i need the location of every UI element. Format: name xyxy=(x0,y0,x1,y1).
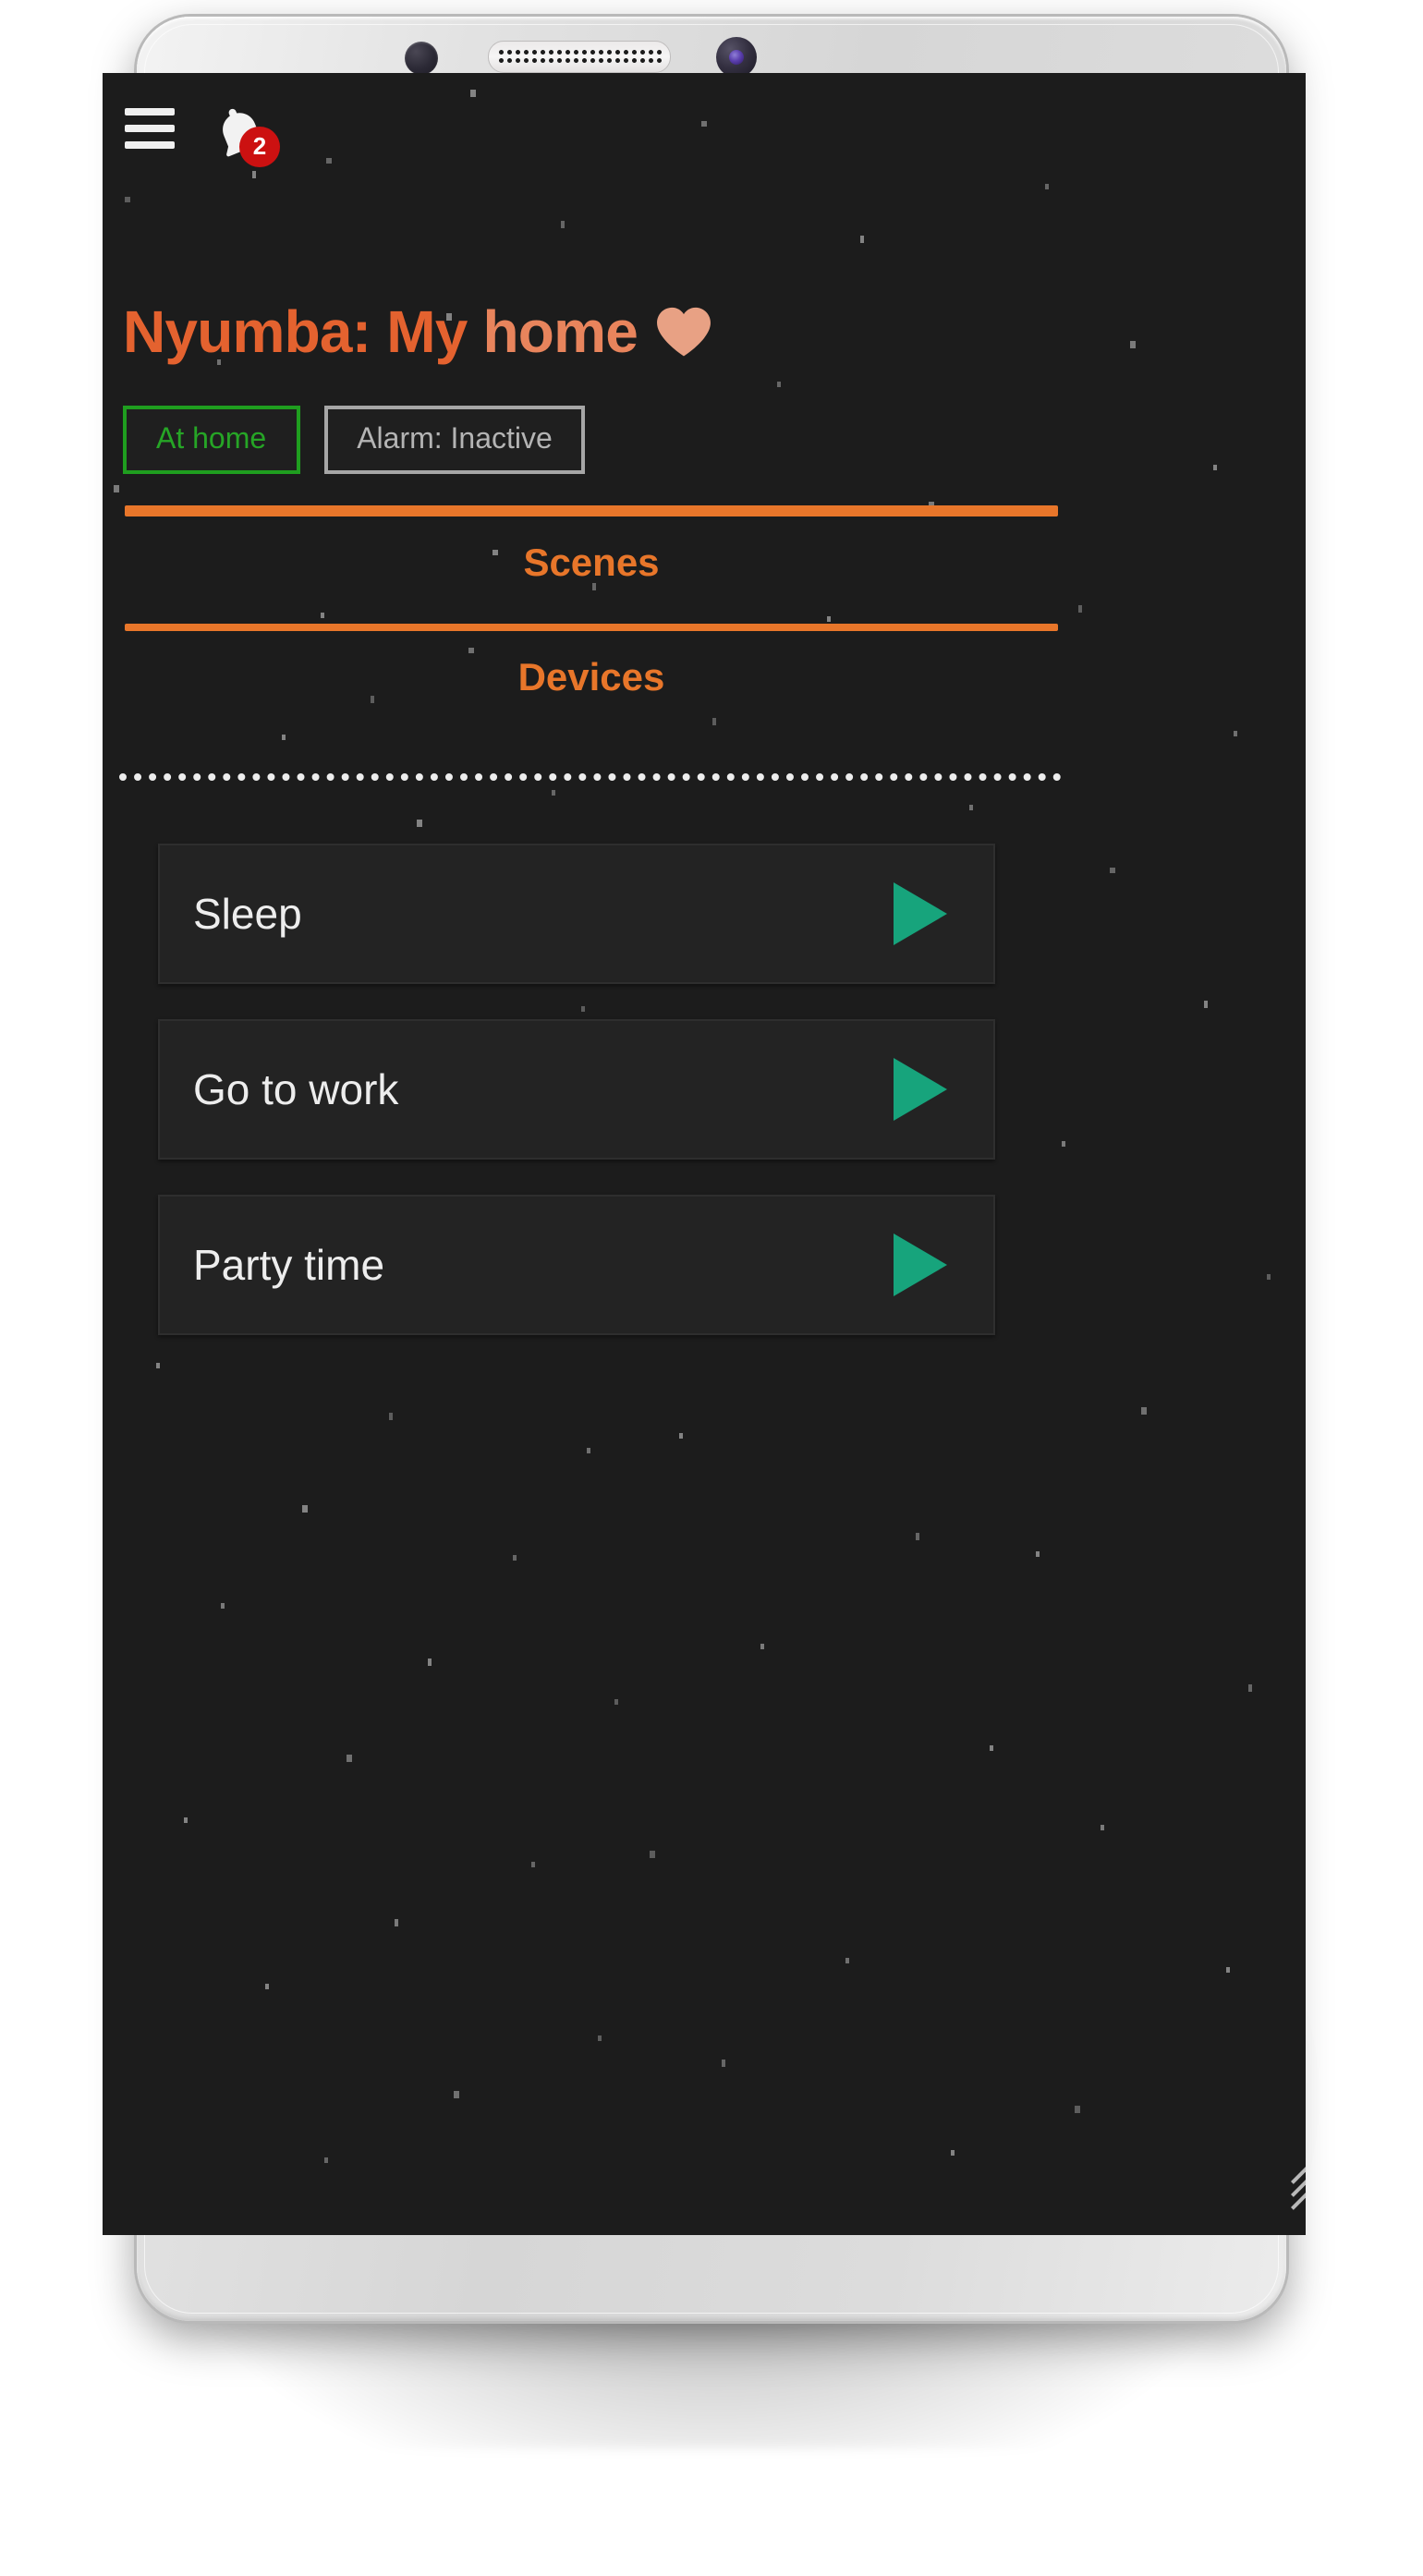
proximity-sensor-icon xyxy=(405,42,438,75)
scene-card-sleep[interactable]: Sleep xyxy=(158,844,995,984)
notifications-bell-button[interactable]: 2 xyxy=(204,97,280,171)
app-bar: 2 xyxy=(103,73,1306,195)
status-chip-alarm[interactable]: Alarm: Inactive xyxy=(323,406,586,474)
status-chip-at-home[interactable]: At home xyxy=(123,406,300,474)
play-icon[interactable] xyxy=(890,1056,951,1123)
phone-screen: 2 Nyumba: My home At home Alarm: Inactiv… xyxy=(103,73,1306,2235)
earpiece-speaker-icon xyxy=(488,41,671,73)
play-icon[interactable] xyxy=(890,1232,951,1298)
tab-devices[interactable]: Devices xyxy=(125,631,1058,723)
scene-card-go-to-work[interactable]: Go to work xyxy=(158,1019,995,1160)
page-title-tail: home xyxy=(482,298,639,365)
resize-grip-icon[interactable] xyxy=(1247,2147,1306,2226)
tab-scenes[interactable]: Scenes xyxy=(125,516,1058,609)
hamburger-menu-icon[interactable] xyxy=(125,108,175,149)
tab-bar: Scenes Devices xyxy=(125,505,1058,723)
speaker-grille-holes xyxy=(497,48,662,66)
scene-name: Sleep xyxy=(193,889,302,937)
tab-indicator-devices xyxy=(125,624,1058,631)
play-icon[interactable] xyxy=(890,881,951,947)
scene-list: Sleep Go to work Party time xyxy=(158,844,995,1370)
status-chip-alarm-label: Alarm: Inactive xyxy=(357,423,553,455)
status-chip-row: At home Alarm: Inactive xyxy=(123,406,586,474)
page-title-main: Nyumba: My xyxy=(123,298,483,365)
section-divider xyxy=(119,773,1062,781)
front-camera-icon xyxy=(716,37,757,78)
scene-name: Go to work xyxy=(193,1064,399,1112)
status-chip-at-home-label: At home xyxy=(156,423,267,455)
heart-icon xyxy=(654,304,712,372)
notification-count-badge: 2 xyxy=(239,127,280,167)
scene-card-party-time[interactable]: Party time xyxy=(158,1195,995,1335)
phone-device-frame: 2 Nyumba: My home At home Alarm: Inactiv… xyxy=(103,17,1306,2321)
app-viewport: 2 Nyumba: My home At home Alarm: Inactiv… xyxy=(103,73,1306,2235)
scene-name: Party time xyxy=(193,1240,385,1288)
tab-indicator-scenes xyxy=(125,505,1058,516)
page-title: Nyumba: My home xyxy=(123,298,712,372)
